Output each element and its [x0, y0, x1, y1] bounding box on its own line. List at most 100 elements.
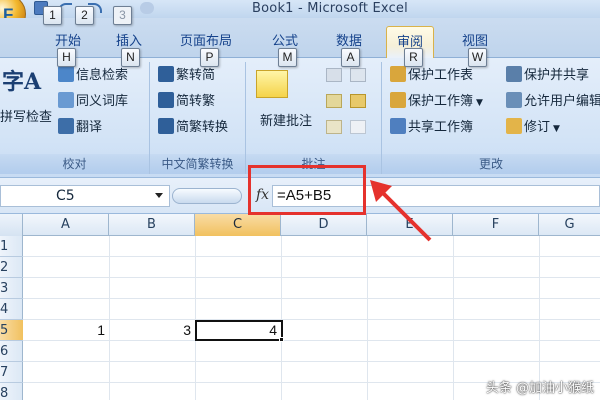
thesaurus-button[interactable]: 同义词库 [58, 92, 128, 112]
gridline [109, 236, 110, 400]
spelling-icon[interactable]: 字A [2, 64, 41, 96]
spell-check-button[interactable]: 拼写检查 [0, 106, 52, 125]
convert-button[interactable]: 简繁转换 [158, 118, 228, 138]
tab-data[interactable]: 数据 [336, 30, 362, 49]
allow-users-label: 允许用户编辑 [524, 94, 600, 109]
column-header-d[interactable]: D [281, 214, 367, 236]
gridline [195, 236, 196, 400]
row-header-1[interactable]: 1 [0, 236, 23, 257]
thesaurus-label: 同义词库 [76, 94, 129, 109]
gridline [453, 236, 454, 400]
to-simplified-button[interactable]: 简转繁 [158, 92, 215, 112]
comment-show-all-icon[interactable] [350, 120, 366, 134]
keytip-page-layout: P [200, 48, 219, 67]
translate-button[interactable]: 翻译 [58, 118, 102, 138]
group-changes: 保护工作表 保护工作簿 ▼ 共享工作簿 保护并共享 允许用户编辑 修订 ▼ 更改 [382, 62, 600, 174]
chevron-down-icon[interactable] [155, 193, 163, 198]
group-comments: 新建批注 批注 [246, 62, 382, 174]
group-label-proofing: 校对 [0, 154, 149, 174]
name-box[interactable]: C5 [0, 185, 170, 207]
keytip-review: R [404, 48, 423, 67]
protect-share-icon [506, 66, 522, 82]
track-changes-label: 修订 [524, 120, 551, 135]
thesaurus-icon [58, 92, 74, 108]
research-label: 信息检索 [76, 68, 129, 83]
row-header-6[interactable]: 6 [0, 341, 23, 362]
research-button[interactable]: 信息检索 [58, 66, 128, 86]
track-changes-button[interactable]: 修订 ▼ [506, 118, 560, 138]
cell-c5[interactable]: 4 [195, 320, 277, 341]
track-changes-icon [506, 118, 522, 134]
row-header-7[interactable]: 7 [0, 362, 23, 383]
comment-previous-icon[interactable] [326, 94, 342, 108]
convert-label: 简繁转换 [176, 120, 229, 135]
lock-icon [390, 92, 406, 108]
gridline [367, 236, 368, 400]
formula-bar-resize-handle[interactable] [172, 188, 242, 204]
protect-workbook-button[interactable]: 保护工作簿 ▼ [390, 92, 483, 112]
column-header-c[interactable]: C [195, 214, 281, 236]
share-workbook-label: 共享工作簿 [408, 120, 474, 135]
fill-handle[interactable] [279, 337, 284, 342]
keytip-insert: N [121, 48, 140, 67]
research-icon [58, 66, 74, 82]
annotation-arrow-icon [370, 180, 432, 242]
tab-view[interactable]: 视图 [462, 30, 488, 49]
worksheet-grid[interactable]: 1 3 4 [23, 236, 600, 400]
tab-insert[interactable]: 插入 [116, 30, 142, 49]
column-header-a[interactable]: A [23, 214, 109, 236]
watermark: 头条 @加油小猴纸 [485, 381, 594, 396]
share-workbook-button[interactable]: 共享工作簿 [390, 118, 473, 138]
group-label-chinese-conversion: 中文简繁转换 [150, 154, 245, 174]
protect-sheet-button[interactable]: 保护工作表 [390, 66, 473, 86]
cell-b5[interactable]: 3 [109, 320, 191, 341]
comment-next-icon[interactable] [350, 94, 366, 108]
column-headers: A B C D E F G [0, 214, 600, 236]
tab-page-layout[interactable]: 页面布局 [180, 30, 232, 49]
comment-delete-icon[interactable] [350, 68, 366, 82]
translate-icon [58, 118, 74, 134]
keytip-qat-2: 2 [75, 6, 94, 25]
tab-formulas[interactable]: 公式 [272, 30, 298, 49]
allow-users-icon [506, 92, 522, 108]
gridline [539, 236, 540, 400]
select-all-button[interactable] [0, 214, 23, 236]
chevron-down-icon: ▼ [553, 124, 560, 134]
chevron-down-icon: ▼ [476, 98, 483, 108]
cell-a5[interactable]: 1 [23, 320, 105, 341]
comment-show-icon[interactable] [326, 120, 342, 134]
translate-label: 翻译 [76, 120, 103, 135]
annotation-highlight-box [248, 165, 366, 215]
keytip-data: A [341, 48, 360, 67]
qat-customize-icon[interactable] [140, 2, 154, 14]
share-workbook-icon [390, 118, 406, 134]
group-proofing: 字A 拼写检查 信息检索 同义词库 翻译 校对 [0, 62, 150, 174]
keytip-home: H [57, 48, 76, 67]
to-traditional-button[interactable]: 繁转简 [158, 66, 215, 86]
protect-and-share-label: 保护并共享 [524, 68, 590, 83]
to-simplified-label: 简转繁 [176, 94, 216, 109]
ribbon: 字A 拼写检查 信息检索 同义词库 翻译 校对 繁转简 简转繁 简繁转换 中文简… [0, 58, 600, 178]
convert-simplified-icon [158, 92, 174, 108]
row-header-2[interactable]: 2 [0, 257, 23, 278]
column-header-g[interactable]: G [539, 214, 600, 236]
protect-sheet-label: 保护工作表 [408, 68, 474, 83]
new-comment-icon[interactable] [256, 70, 288, 98]
protect-and-share-button[interactable]: 保护并共享 [506, 66, 589, 86]
row-header-3[interactable]: 3 [0, 278, 23, 299]
comment-edit-icon[interactable] [326, 68, 342, 82]
tab-home[interactable]: 开始 [55, 30, 81, 49]
new-comment-button[interactable]: 新建批注 [260, 110, 312, 129]
convert-icon [158, 118, 174, 134]
keytip-qat-1: 1 [43, 6, 62, 25]
group-label-changes: 更改 [382, 154, 600, 174]
row-header-4[interactable]: 4 [0, 299, 23, 320]
row-header-5[interactable]: 5 [0, 320, 23, 341]
gridline [23, 361, 600, 362]
convert-traditional-icon [158, 66, 174, 82]
column-header-f[interactable]: F [453, 214, 539, 236]
gridline [23, 277, 600, 278]
column-header-b[interactable]: B [109, 214, 195, 236]
row-header-8[interactable]: 8 [0, 383, 23, 400]
allow-users-button[interactable]: 允许用户编辑 [506, 92, 600, 112]
